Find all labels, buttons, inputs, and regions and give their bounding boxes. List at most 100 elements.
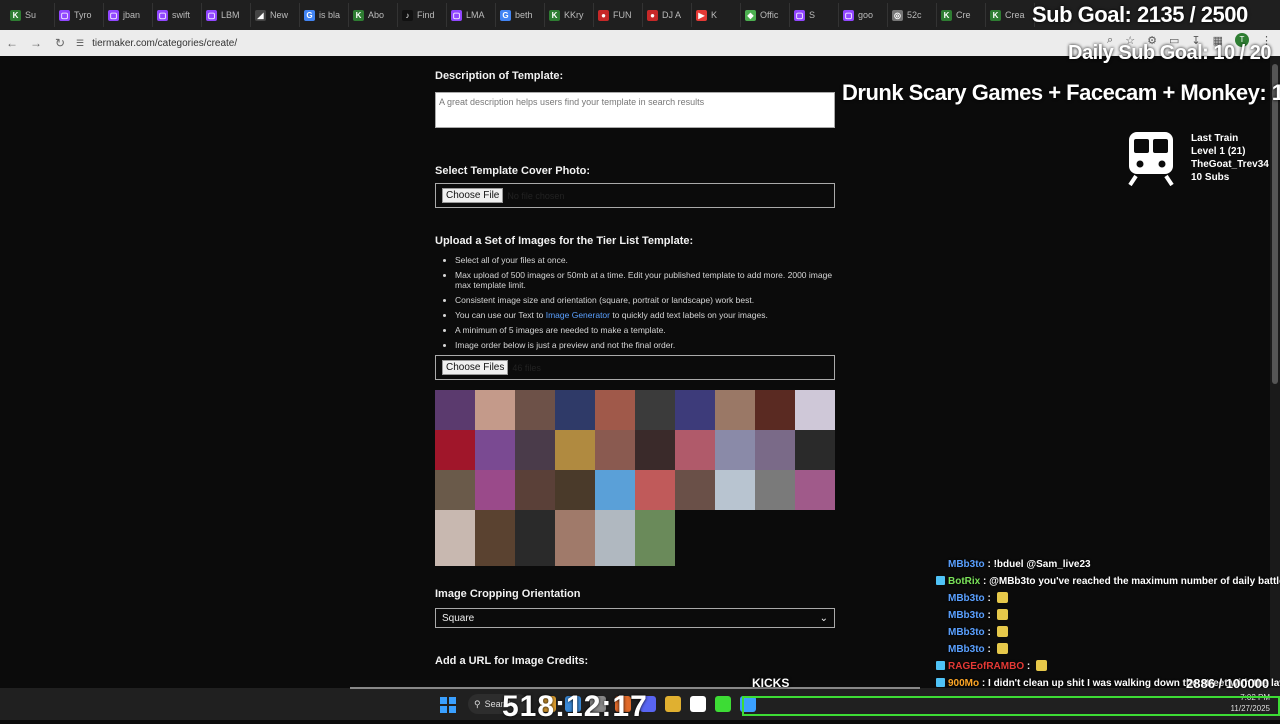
cover-photo-label: Select Template Cover Photo: xyxy=(435,165,591,177)
image-thumbnail xyxy=(715,390,755,430)
last-train-info: Last Train Level 1 (21) TheGoat_Trev34 1… xyxy=(1191,132,1269,184)
tab-favicon-icon: K xyxy=(549,9,560,21)
browser-tab[interactable]: ▢ swift xyxy=(153,3,202,27)
browser-tab[interactable]: Gbeth xyxy=(496,3,545,27)
forward-icon[interactable]: → xyxy=(24,31,48,55)
browser-tab[interactable]: K Abo xyxy=(349,3,398,27)
image-thumbnail xyxy=(555,390,595,430)
image-generator-link[interactable]: Image Generator xyxy=(546,310,610,320)
image-thumbnail xyxy=(595,510,635,566)
train-line: Level 1 (21) xyxy=(1191,146,1246,157)
image-thumbnail xyxy=(435,470,475,510)
taskbar-app-icon[interactable] xyxy=(715,696,731,712)
image-thumbnail xyxy=(795,470,835,510)
chat-text: !bduel @Sam_live23 xyxy=(993,559,1091,570)
train-line: Last Train xyxy=(1191,133,1239,144)
image-thumbnail xyxy=(755,470,795,510)
rule-text: You can use our Text to xyxy=(455,310,546,320)
image-thumbnail xyxy=(795,390,835,430)
rule-item: Max upload of 500 images or 50mb at a ti… xyxy=(455,270,835,290)
chat-emote-icon xyxy=(996,626,1008,637)
image-thumbnail xyxy=(635,430,675,470)
browser-tab[interactable]: ▢ Tyro xyxy=(55,3,104,27)
browser-tab[interactable]: K Cre xyxy=(937,3,986,27)
chat-emote-icon xyxy=(1036,660,1047,671)
chat-message: MBb3to : xyxy=(936,590,1280,607)
browser-tab[interactable]: ● FUN xyxy=(594,3,643,27)
taskbar-app-icon[interactable] xyxy=(690,696,706,712)
choose-file-button[interactable]: Choose File xyxy=(442,188,504,203)
browser-tab[interactable]: ● DJ A xyxy=(643,3,692,27)
chat-username[interactable]: MBb3to xyxy=(948,559,985,570)
choose-files-button[interactable]: Choose Files xyxy=(442,360,509,375)
url-text: tiermaker.com/categories/create/ xyxy=(92,37,238,49)
browser-tab[interactable]: ◆ Offic xyxy=(741,3,790,27)
cover-photo-input[interactable]: Choose File No file chosen xyxy=(435,183,835,208)
site-info-icon[interactable]: ☰ xyxy=(76,38,84,49)
daily-sub-goal-overlay: Daily Sub Goal: 10 / 20 xyxy=(1068,42,1272,64)
tab-favicon-icon: ▢ xyxy=(451,9,462,21)
image-thumbnail xyxy=(755,430,795,470)
url-field[interactable]: ☰ tiermaker.com/categories/create/ xyxy=(76,38,237,49)
tab-favicon-icon: G xyxy=(500,9,511,21)
browser-tab[interactable]: Gis bla xyxy=(300,3,349,27)
browser-tab[interactable]: ▢ jban xyxy=(104,3,153,27)
image-thumbnail xyxy=(515,390,555,430)
tab-title: LBM xyxy=(221,10,240,20)
browser-tab[interactable]: K KKry xyxy=(545,3,594,27)
chat-username[interactable]: MBb3to xyxy=(948,610,985,621)
image-set-input[interactable]: Choose Files 46 files xyxy=(435,355,835,380)
train-line: 10 Subs xyxy=(1191,172,1230,183)
chat-username[interactable]: RAGEofRAMBO xyxy=(948,661,1024,672)
image-thumbnail xyxy=(515,430,555,470)
tab-favicon-icon: ▶ xyxy=(696,9,707,21)
no-file-text: No file chosen xyxy=(507,190,565,201)
tab-title: Abo xyxy=(368,10,385,20)
image-preview-grid xyxy=(435,390,835,566)
chat-message: BotRix : @MBb3to you've reached the maxi… xyxy=(936,573,1280,590)
browser-tab[interactable]: ▢ goo xyxy=(839,3,888,27)
chat-username[interactable]: MBb3to xyxy=(948,627,985,638)
chat-username[interactable]: MBb3to xyxy=(948,593,985,604)
image-thumbnail xyxy=(475,470,515,510)
back-icon[interactable]: ← xyxy=(0,31,24,55)
browser-tab[interactable]: ◎ 52c xyxy=(888,3,937,27)
image-thumbnail xyxy=(635,390,675,430)
image-thumbnail xyxy=(755,390,795,430)
crop-orientation-label: Image Cropping Orientation xyxy=(435,588,581,600)
scrollbar-thumb[interactable] xyxy=(1272,64,1278,384)
chat-message: MBb3to : xyxy=(936,641,1280,658)
tab-title: jban xyxy=(123,10,141,20)
tab-favicon-icon: ▢ xyxy=(794,9,805,21)
tab-favicon-icon: ◢ xyxy=(255,9,266,21)
browser-tab[interactable]: K Su xyxy=(6,3,55,27)
description-textarea[interactable]: A great description helps users find you… xyxy=(435,92,835,128)
tab-title: DJ A xyxy=(662,10,682,20)
chat-username[interactable]: BotRix xyxy=(948,576,980,587)
drunk-goal-overlay: Drunk Scary Games + Facecam + Monkey: 10… xyxy=(842,80,1280,105)
windows-start-icon[interactable] xyxy=(440,697,456,713)
browser-tab[interactable]: ▢ LMA xyxy=(447,3,496,27)
chat-emote-icon xyxy=(996,609,1008,620)
browser-tab[interactable]: ▢ LBM xyxy=(202,3,251,27)
rule-item: Consistent image size and orientation (s… xyxy=(455,295,835,305)
tab-title: LMA xyxy=(466,10,485,20)
browser-tab[interactable]: ▶ K xyxy=(692,3,741,27)
crop-orientation-value: Square xyxy=(442,612,475,624)
description-placeholder: A great description helps users find you… xyxy=(439,97,705,107)
tab-title: S xyxy=(809,10,816,20)
browser-tab[interactable]: ▢ S xyxy=(790,3,839,27)
browser-tab[interactable]: K Crea xyxy=(986,3,1035,27)
reload-icon[interactable]: ↻ xyxy=(48,31,72,55)
tab-title: Crea xyxy=(1005,10,1025,20)
tab-title: Tyro xyxy=(74,10,92,20)
chat-username[interactable]: MBb3to xyxy=(948,644,985,655)
files-count-text: 46 files xyxy=(512,362,541,373)
chat-emote-icon xyxy=(996,592,1008,603)
tab-title: New xyxy=(270,10,289,20)
taskbar-app-icon[interactable] xyxy=(665,696,681,712)
browser-tab[interactable]: ♪ Find xyxy=(398,3,447,27)
image-thumbnail xyxy=(675,430,715,470)
browser-tab[interactable]: ◢ New xyxy=(251,3,300,27)
crop-orientation-select[interactable]: Square ⌄ xyxy=(435,608,835,628)
